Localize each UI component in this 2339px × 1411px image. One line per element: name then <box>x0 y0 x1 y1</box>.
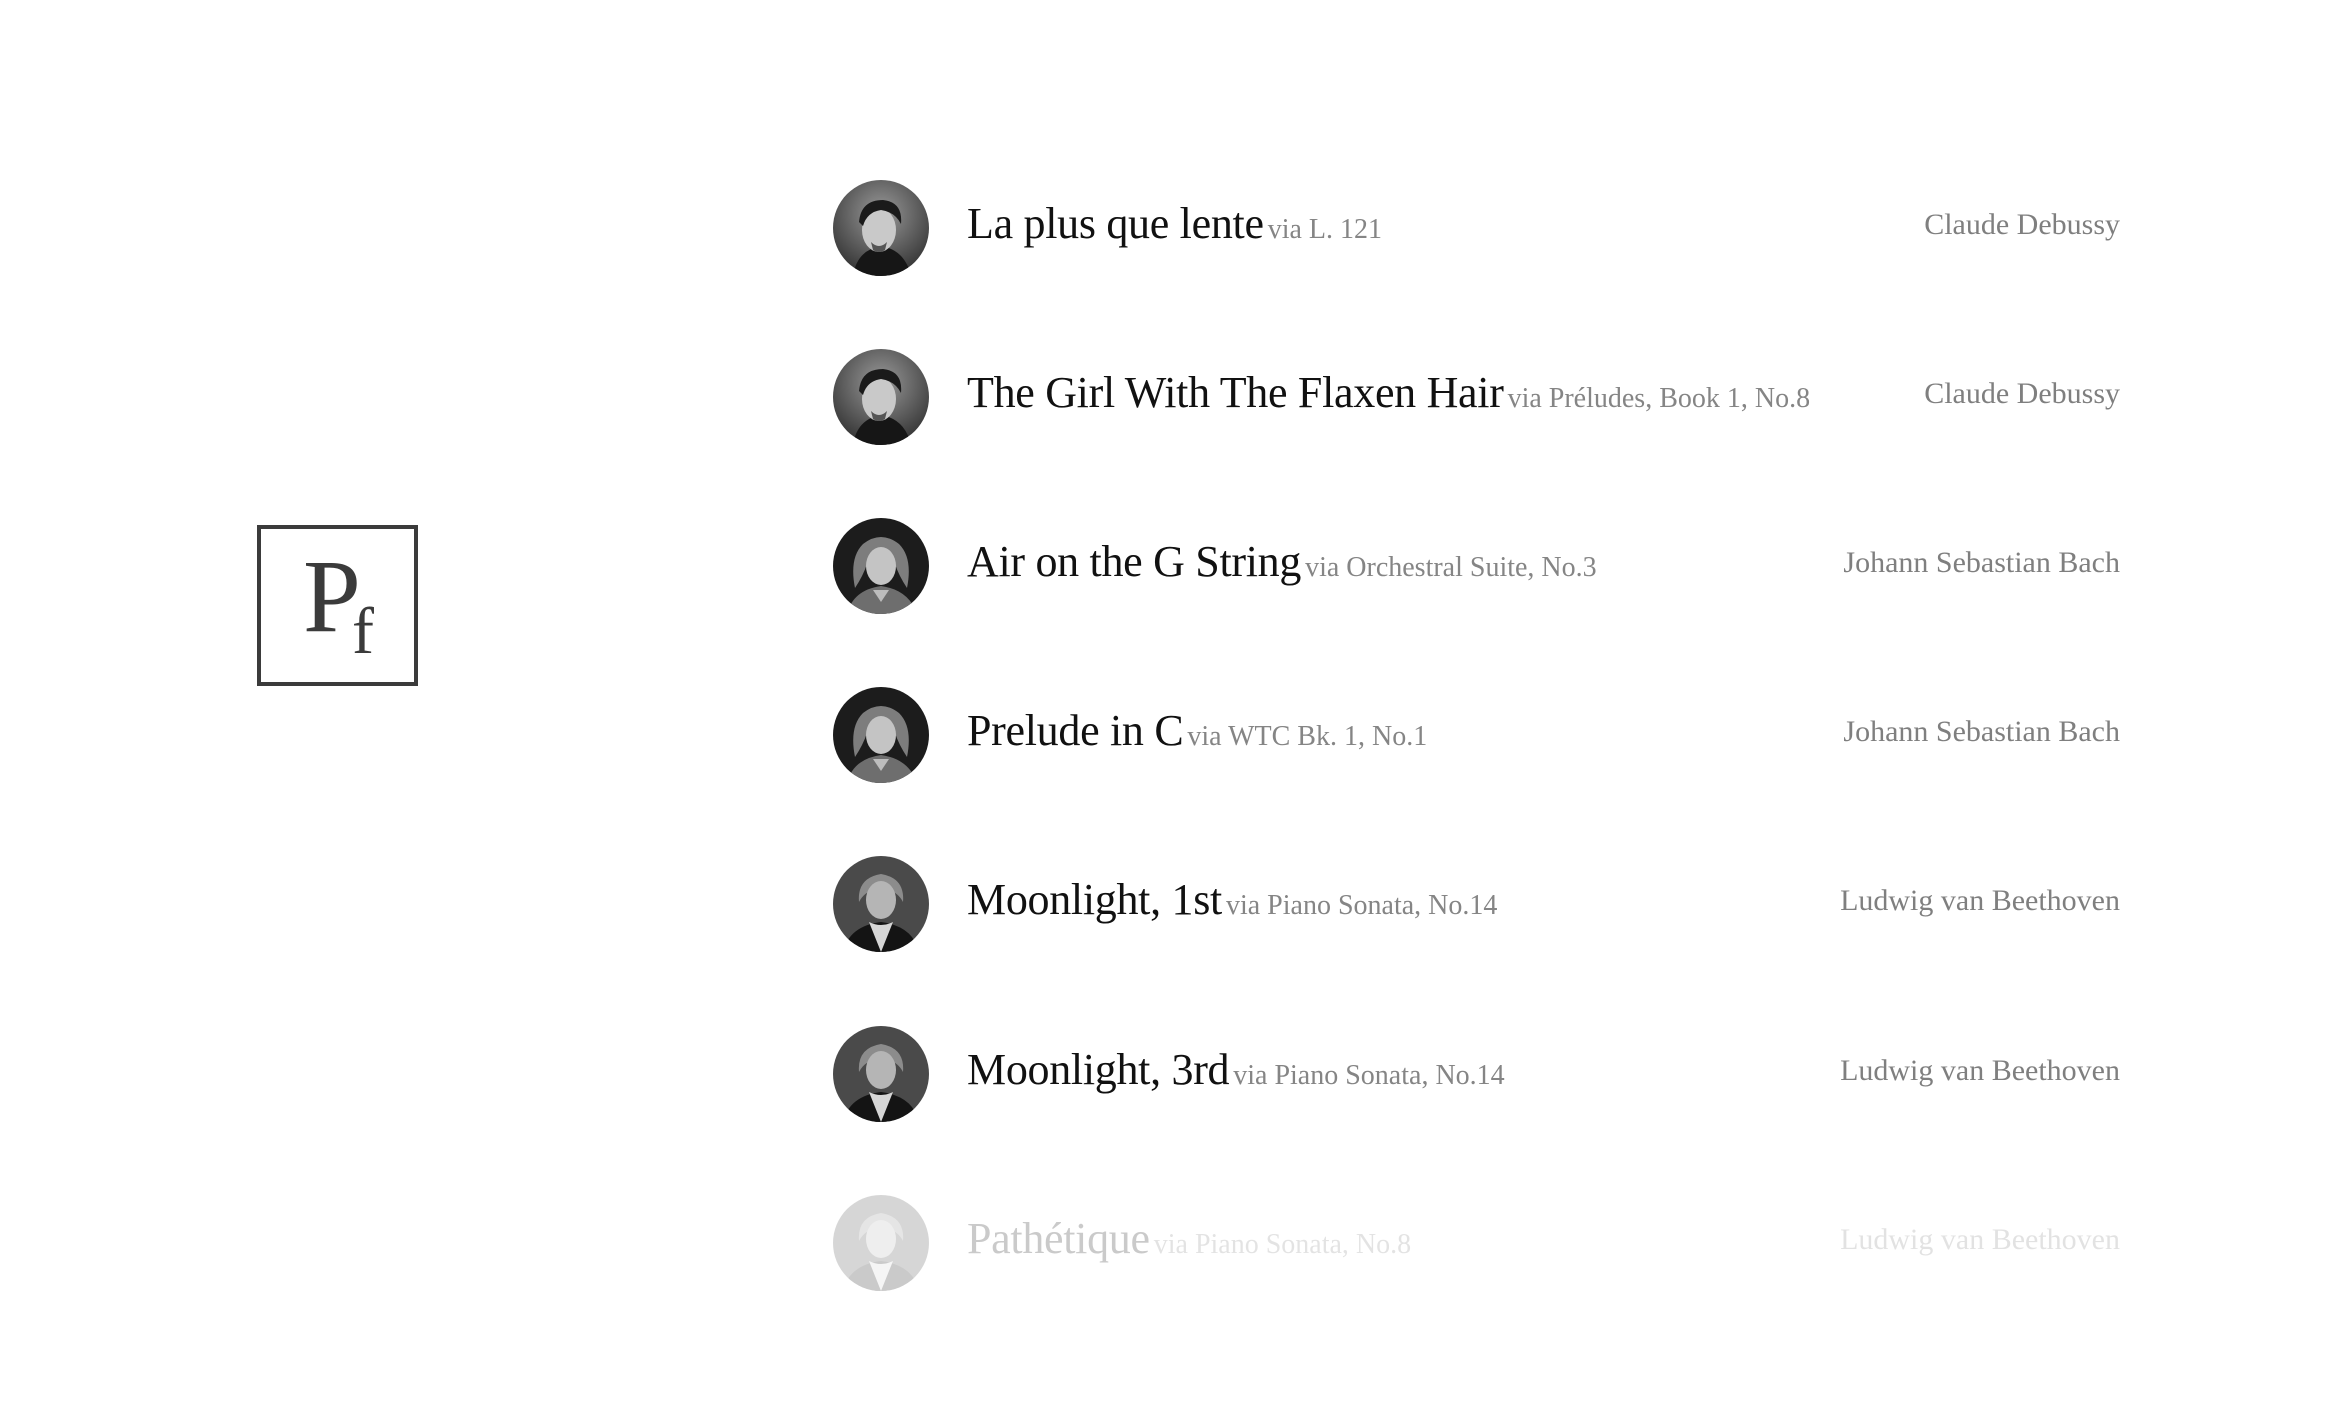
track-title[interactable]: Prelude in C <box>967 706 1184 755</box>
track-source: via Piano Sonata, No.14 <box>1233 1060 1505 1091</box>
track-source: via Piano Sonata, No.14 <box>1225 890 1498 921</box>
track-row[interactable]: Moonlight, 3rd via Piano Sonata, No.14 Lu… <box>833 1024 2123 1124</box>
beethoven-portrait-icon <box>833 856 929 952</box>
composer-name: Ludwig van Beethoven <box>1840 884 2120 917</box>
track-title[interactable]: Moonlight, 3rd <box>967 1045 1230 1094</box>
composer-name: Claude Debussy <box>1924 377 2120 410</box>
track-title[interactable]: Moonlight, 1st <box>967 875 1222 924</box>
track-row[interactable]: Moonlight, 1st via Piano Sonata, No.14 Lu… <box>833 854 2123 954</box>
composer-name: Claude Debussy <box>1924 208 2120 241</box>
composer-name: Ludwig van Beethoven <box>1840 1054 2120 1087</box>
beethoven-portrait-icon <box>833 1026 929 1122</box>
composer-name: Johann Sebastian Bach <box>1843 715 2120 748</box>
track-title[interactable]: The Girl With The Flaxen Hair <box>967 368 1504 417</box>
bach-portrait-icon <box>833 518 929 614</box>
track-title[interactable]: Air on the G String <box>967 537 1301 586</box>
track-row[interactable]: La plus que lente via L. 121 Claude Debus… <box>833 178 2123 278</box>
track-row[interactable]: Air on the G String via Orchestral Suite,… <box>833 516 2123 616</box>
track-title[interactable]: La plus que lente <box>967 199 1264 248</box>
track-text: Pathétique via Piano Sonata, No.8 <box>967 1217 1411 1261</box>
app-logo[interactable]: P f <box>257 525 418 686</box>
track-row[interactable]: Pathétique via Piano Sonata, No.8 Ludwig … <box>833 1193 2123 1293</box>
composer-name: Ludwig van Beethoven <box>1840 1223 2120 1256</box>
track-text: The Girl With The Flaxen Hair via Prélude… <box>967 371 1810 415</box>
composer-name: Johann Sebastian Bach <box>1843 546 2120 579</box>
debussy-portrait-icon <box>833 180 929 276</box>
track-text: Air on the G String via Orchestral Suite,… <box>967 540 1597 584</box>
beethoven-portrait-icon <box>833 1195 929 1291</box>
track-source: via WTC Bk. 1, No.1 <box>1187 721 1428 752</box>
track-source: via L. 121 <box>1267 214 1383 245</box>
track-source: via Piano Sonata, No.8 <box>1153 1229 1412 1260</box>
debussy-portrait-icon <box>833 349 929 445</box>
track-text: Moonlight, 3rd via Piano Sonata, No.14 <box>967 1048 1505 1092</box>
track-source: via Orchestral Suite, No.3 <box>1305 552 1597 583</box>
track-row[interactable]: The Girl With The Flaxen Hair via Prélude… <box>833 347 2123 447</box>
track-row[interactable]: Prelude in Cvia WTC Bk. 1, No.1 Johann S… <box>833 685 2123 785</box>
logo-letter-f: f <box>352 595 374 668</box>
track-text: La plus que lente via L. 121 <box>967 202 1382 246</box>
track-text: Prelude in Cvia WTC Bk. 1, No.1 <box>967 709 1427 753</box>
track-text: Moonlight, 1st via Piano Sonata, No.14 <box>967 878 1497 922</box>
track-source: via Préludes, Book 1, No.8 <box>1507 383 1811 414</box>
bach-portrait-icon <box>833 687 929 783</box>
track-title[interactable]: Pathétique <box>967 1214 1150 1263</box>
